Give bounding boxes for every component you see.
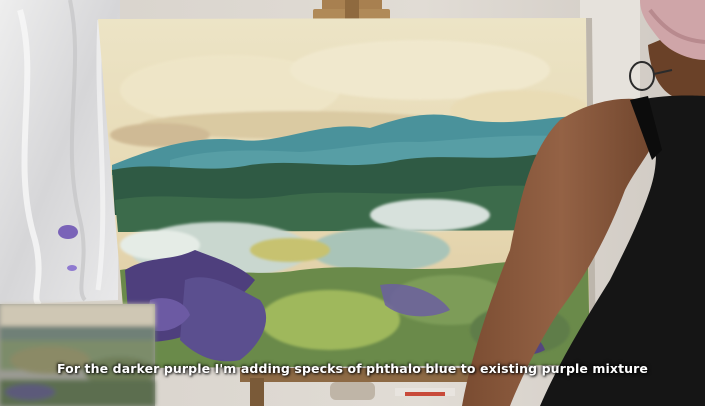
painting-studio-scene [0, 0, 705, 406]
easel-clamp [313, 0, 390, 21]
video-caption: For the darker purple I'm adding specks … [57, 361, 648, 376]
video-frame [0, 0, 705, 406]
reference-photo-inset [0, 304, 155, 406]
